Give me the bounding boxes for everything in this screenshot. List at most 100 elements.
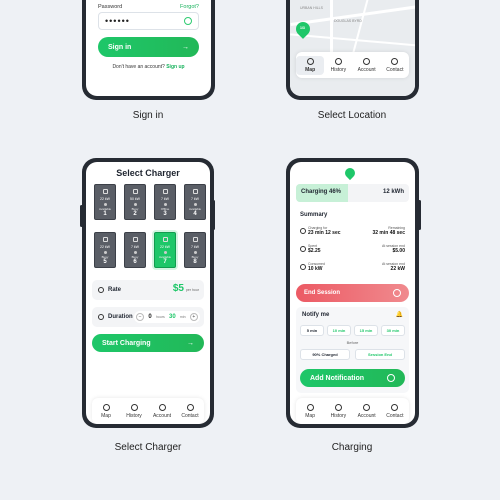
eye-icon[interactable]	[184, 17, 192, 25]
bell-icon: 🔔	[395, 312, 403, 318]
tab-label: Contact	[181, 412, 199, 419]
caption-select-location: Select Location	[317, 110, 387, 121]
charger-number: 3	[163, 211, 167, 217]
charger-number: 7	[163, 259, 167, 265]
charger-number: 2	[133, 211, 137, 217]
rate-value: $5	[172, 283, 184, 294]
notify-title: Notify me	[302, 312, 330, 318]
tab-label: Account	[357, 412, 376, 419]
notify-option-session-end[interactable]: Session End	[355, 349, 405, 360]
clock-icon	[334, 57, 342, 65]
sign-up-prompt: Don't have an account? Sign up	[86, 64, 211, 70]
add-notification-button[interactable]: Add Notification	[300, 369, 405, 387]
tab-label: Contact	[386, 66, 404, 73]
end-session-label: End Session	[304, 290, 341, 296]
charger-card[interactable]: 7 kW Busy 8	[184, 232, 206, 268]
at-end-kw: 22 kW	[390, 266, 405, 272]
status-dot	[134, 203, 137, 206]
notify-option-charged[interactable]: 90% Charged	[300, 349, 350, 360]
pill-label: 90% Charged	[312, 352, 338, 357]
end-kw: At session end 22 kW	[382, 262, 405, 272]
notify-option-30min[interactable]: 30 min	[381, 325, 405, 336]
notify-option-10min[interactable]: 10 min	[327, 325, 351, 336]
map-icon	[306, 403, 314, 411]
tab-label: Account	[152, 412, 172, 419]
charger-kw: 22 kW	[100, 197, 110, 201]
tab-contact[interactable]: Contact	[176, 402, 204, 421]
tab-history[interactable]: History	[120, 402, 148, 421]
plug-icon	[163, 189, 168, 194]
charger-card[interactable]: 7 kW Busy 6	[124, 232, 146, 268]
minutes-label: min	[179, 315, 186, 319]
caption-select-charger: Select Charger	[114, 442, 182, 453]
charge-progress-bar: Charging 46% 12 kWh	[296, 184, 409, 202]
status-dot	[194, 203, 197, 206]
tab-bar: Map History Account Contact	[296, 398, 409, 424]
sign-in-label: Sign in	[108, 43, 132, 51]
charger-card[interactable]: 50 kW Busy 2	[124, 184, 146, 220]
charger-card[interactable]: 22 kW Busy 5	[94, 232, 116, 268]
start-charging-button[interactable]: Start Charging →	[92, 334, 204, 352]
charger-card[interactable]: 22 kW Available 7	[154, 232, 176, 268]
tab-history[interactable]: History	[324, 402, 352, 421]
phone-charging: Charging 46% 12 kWh Summary Charging for…	[286, 158, 419, 428]
duration-hours: 0	[148, 314, 152, 320]
before-label: Before	[346, 340, 359, 345]
status-dot	[134, 251, 137, 254]
tab-account[interactable]: Account	[353, 56, 381, 75]
user-icon	[363, 57, 371, 65]
sign-up-link[interactable]: Sign up	[166, 64, 184, 70]
charger-kw: 7 kW	[161, 197, 169, 201]
tab-contact[interactable]: Contact	[381, 402, 409, 421]
sign-in-button[interactable]: Sign in →	[98, 37, 199, 57]
duration-label: Duration	[108, 314, 133, 320]
tab-label: History	[330, 412, 347, 419]
map-view[interactable]: URBAN HILLS DOUGLAS BYRD 1/3	[290, 0, 415, 96]
spent-value: $2.25	[308, 248, 321, 254]
notify-option-5min[interactable]: 5 min	[300, 325, 324, 336]
tab-contact[interactable]: Contact	[381, 56, 409, 75]
forgot-link[interactable]: Forgot?	[180, 4, 199, 10]
charger-kw: 7 kW	[191, 197, 199, 201]
tab-map[interactable]: Map	[296, 402, 324, 421]
street-label: DOUGLAS BYRD	[334, 19, 362, 23]
charger-card[interactable]: 7 kW Offline 3	[154, 184, 176, 220]
minus-icon[interactable]: −	[136, 313, 145, 321]
hourglass-icon	[98, 287, 104, 293]
charger-number: 6	[133, 259, 137, 265]
charge-percent: Charging 46%	[301, 189, 342, 195]
status-dot	[104, 251, 107, 254]
tab-map[interactable]: Map	[92, 402, 120, 421]
add-notification-label: Add Notification	[310, 374, 365, 382]
plug-icon	[103, 189, 108, 194]
caption-sign-in: Sign in	[132, 110, 164, 121]
duration-stepper[interactable]: − 0 hours 30 min +	[134, 311, 200, 323]
chat-icon	[391, 57, 399, 65]
plug-icon	[193, 237, 198, 242]
tab-account[interactable]: Account	[148, 402, 176, 421]
chat-icon	[391, 403, 399, 411]
password-field[interactable]: ••••••	[98, 12, 199, 30]
status-dot	[164, 251, 167, 254]
energy-value: 12 kWh	[382, 189, 404, 195]
pill-label: 15 min	[359, 328, 373, 333]
end-session-button[interactable]: End Session	[296, 284, 409, 302]
notify-option-15min[interactable]: 15 min	[354, 325, 378, 336]
phone-select-charger: Select Charger 22 kW Available 1 50 kW Busy 2…	[82, 158, 214, 428]
check-circle-icon	[387, 374, 395, 382]
tab-bar: Map History Account Contact	[296, 52, 409, 78]
screen-charging: Charging 46% 12 kWh Summary Charging for…	[290, 162, 415, 424]
screen-sign-in: Password Forgot? •••••• Sign in → Don't …	[86, 0, 211, 96]
plus-icon[interactable]: +	[189, 313, 198, 321]
charger-kw: 7 kW	[131, 245, 139, 249]
clock-icon	[334, 403, 342, 411]
at-end-cost: $5.00	[392, 248, 405, 254]
password-label: Password	[98, 4, 123, 10]
tab-account[interactable]: Account	[353, 402, 381, 421]
tab-map[interactable]: Map	[296, 55, 325, 75]
pill-label: 5 min	[306, 328, 318, 333]
tab-history[interactable]: History	[324, 56, 352, 75]
charger-card[interactable]: 7 kW Available 4	[184, 184, 206, 220]
duration-minutes: 30	[168, 314, 176, 320]
charger-card[interactable]: 22 kW Available 1	[94, 184, 116, 220]
